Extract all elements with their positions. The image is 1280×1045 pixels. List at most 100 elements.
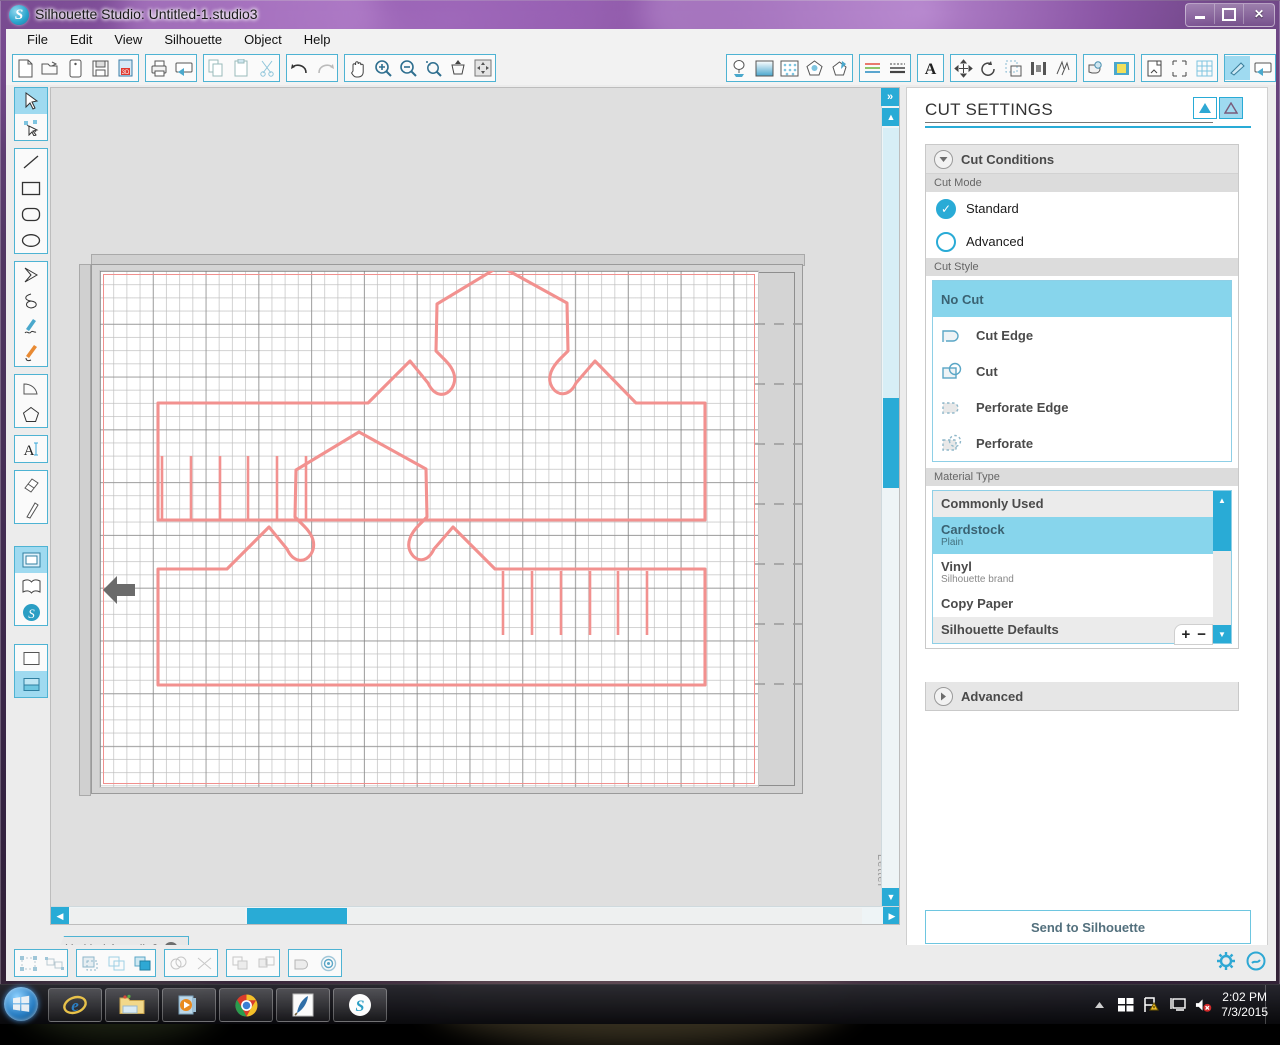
open-document-icon[interactable] [38, 56, 63, 80]
canvas-vertical-scrollbar[interactable]: » ▲ ▼ [881, 88, 899, 924]
cut-style-option-perforate[interactable]: Perforate [933, 425, 1231, 461]
scroll-left-arrow[interactable]: ◀ [51, 907, 69, 924]
rounded-rectangle-tool[interactable] [15, 201, 47, 227]
grid-icon[interactable] [1192, 56, 1217, 80]
material-remove-button[interactable]: − [1197, 626, 1206, 643]
expand-triangle-icon[interactable] [934, 686, 953, 706]
replicate-icon[interactable] [1051, 56, 1076, 80]
fill-color-icon[interactable] [727, 56, 752, 80]
material-item-cardstock[interactable]: Cardstock Plain [933, 517, 1231, 554]
cut-style-option-perforate-edge[interactable]: Perforate Edge [933, 389, 1231, 425]
menu-file[interactable]: File [16, 29, 59, 50]
design-page-tool[interactable] [15, 547, 47, 573]
show-hidden-icons-button[interactable] [1091, 996, 1108, 1013]
material-item-copy-paper[interactable]: Copy Paper [933, 591, 1231, 617]
curve-tool[interactable] [15, 288, 47, 314]
volume-muted-icon[interactable] [1195, 996, 1212, 1013]
scissors-icon[interactable] [254, 56, 279, 80]
save-3d-icon[interactable]: 3D [113, 56, 138, 80]
zoom-selection-icon[interactable] [420, 56, 445, 80]
cut-conditions-header[interactable]: Cut Conditions [926, 145, 1238, 174]
group-objects-icon[interactable] [15, 951, 41, 975]
cut-style-option-cut[interactable]: Cut [933, 353, 1231, 389]
ungroup-objects-icon[interactable] [41, 951, 67, 975]
draw-freehand-tool[interactable] [15, 314, 47, 340]
panel-collapse-button[interactable]: » [881, 88, 899, 106]
offset-target-icon[interactable] [315, 951, 341, 975]
line-color-palette-icon[interactable] [860, 56, 885, 80]
scroll-down-arrow[interactable]: ▼ [882, 888, 899, 906]
show-desktop-button[interactable] [1265, 985, 1276, 1024]
eraser-tool[interactable] [15, 471, 47, 497]
cut-mode-option-advanced[interactable]: Advanced [926, 225, 1238, 258]
pan-hand-icon[interactable] [345, 56, 370, 80]
zoom-out-icon[interactable] [395, 56, 420, 80]
monitor-icon[interactable] [1169, 996, 1186, 1013]
fill-pattern-icon[interactable] [777, 56, 802, 80]
line-tool[interactable] [15, 149, 47, 175]
maximize-button[interactable] [1215, 4, 1244, 24]
scale-icon[interactable] [1001, 56, 1026, 80]
vscroll-thumb[interactable] [883, 398, 899, 488]
ellipse-tool[interactable] [15, 227, 47, 253]
photoshop-taskbar-icon[interactable] [276, 988, 330, 1022]
fit-to-window-icon[interactable] [470, 56, 495, 80]
menu-edit[interactable]: Edit [59, 29, 103, 50]
zoom-in-icon[interactable] [370, 56, 395, 80]
cut-view-tool[interactable] [15, 671, 47, 697]
bring-to-front-icon[interactable] [129, 951, 155, 975]
undo-icon[interactable] [287, 56, 312, 80]
offset-icon[interactable] [1109, 56, 1134, 80]
cut-style-option-no-cut[interactable]: No Cut [933, 281, 1231, 317]
cut-style-option-cut-edge[interactable]: Cut Edge [933, 317, 1231, 353]
sketch-pen-icon[interactable] [827, 56, 852, 80]
silhouette-studio-taskbar-icon[interactable]: S [333, 988, 387, 1022]
cut-mode-option-standard[interactable]: ✓ Standard [926, 192, 1238, 225]
modify-icon[interactable] [1084, 56, 1109, 80]
design-canvas[interactable]: Letter » ▲ ▼ ◀ [50, 87, 900, 925]
line-style-icon[interactable] [885, 56, 910, 80]
new-document-icon[interactable] [13, 56, 38, 80]
scroll-right-arrow[interactable]: ▶ [883, 907, 899, 924]
registration-marks-icon[interactable] [1167, 56, 1192, 80]
menu-silhouette[interactable]: Silhouette [153, 29, 233, 50]
hscroll-track-left[interactable] [70, 908, 245, 924]
silhouette-status-icon[interactable] [1246, 951, 1266, 976]
cut-preview-filled-button[interactable] [1193, 97, 1217, 119]
send-to-cutter-icon[interactable] [1250, 56, 1275, 80]
hscroll-thumb[interactable] [247, 908, 347, 924]
material-item-vinyl[interactable]: Vinyl Silhouette brand [933, 554, 1231, 591]
arc-tool[interactable] [15, 375, 47, 401]
polygon-tool[interactable] [15, 262, 47, 288]
paste-icon[interactable] [229, 56, 254, 80]
vscroll-track-upper[interactable] [883, 128, 899, 428]
redo-icon[interactable] [312, 56, 337, 80]
regular-polygon-tool[interactable] [15, 401, 47, 427]
page-view-tool[interactable] [15, 645, 47, 671]
minimize-button[interactable] [1186, 4, 1215, 24]
material-scroll-up-arrow[interactable]: ▲ [1213, 491, 1231, 509]
rotate-icon[interactable] [976, 56, 1001, 80]
material-add-button[interactable]: + [1181, 626, 1190, 643]
open-library-icon[interactable] [63, 56, 88, 80]
select-tool[interactable] [15, 88, 47, 114]
edit-points-tool[interactable] [15, 114, 47, 140]
move-transform-icon[interactable] [951, 56, 976, 80]
scroll-up-arrow[interactable]: ▲ [882, 108, 899, 126]
bring-forward-icon[interactable] [103, 951, 129, 975]
internet-explorer-taskbar-icon[interactable]: e [48, 988, 102, 1022]
align-icon[interactable] [1026, 56, 1051, 80]
material-group-commonly-used[interactable]: Commonly Used [933, 491, 1231, 517]
duplicate-icon[interactable] [227, 951, 253, 975]
store-tool[interactable]: S [15, 599, 47, 625]
text-style-icon[interactable]: A [918, 56, 943, 80]
send-to-silhouette-button[interactable]: Send to Silhouette [925, 910, 1251, 944]
rectangle-tool[interactable] [15, 175, 47, 201]
settings-gear-icon[interactable] [1216, 951, 1236, 976]
canvas-horizontal-scrollbar[interactable]: ◀ ▶ [51, 906, 899, 924]
cut-preview-outline-button[interactable] [1219, 97, 1243, 119]
make-compound-path-icon[interactable] [77, 951, 103, 975]
library-tool[interactable] [15, 573, 47, 599]
windows-explorer-taskbar-icon[interactable] [105, 988, 159, 1022]
start-button[interactable] [4, 987, 38, 1021]
